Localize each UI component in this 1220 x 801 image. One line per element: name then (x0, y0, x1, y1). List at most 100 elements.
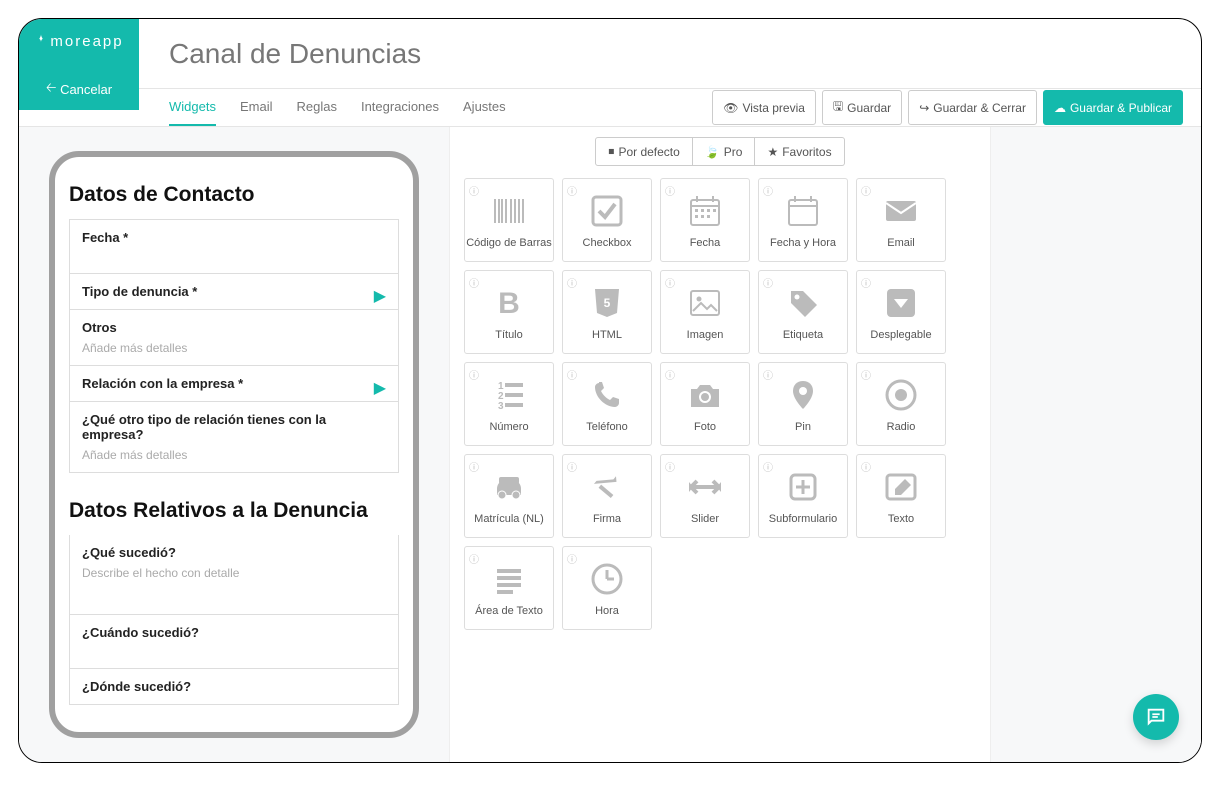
widget-signature[interactable]: ⓘ Firma (562, 454, 652, 538)
widget-datetime[interactable]: ⓘ Fecha y Hora (758, 178, 848, 262)
widget-textarea[interactable]: ⓘÁrea de Texto (464, 546, 554, 630)
radio-icon (881, 375, 921, 415)
widget-checkbox[interactable]: ⓘ Checkbox (562, 178, 652, 262)
widget-text[interactable]: ⓘ Texto (856, 454, 946, 538)
widget-phone[interactable]: ⓘTeléfono (562, 362, 652, 446)
info-icon[interactable]: ⓘ (469, 183, 479, 193)
info-icon[interactable]: ⓘ (861, 367, 871, 377)
form-field[interactable]: ¿Qué otro tipo de relación tienes con la… (69, 402, 399, 473)
form-field[interactable]: Fecha * (69, 219, 399, 274)
chat-button[interactable] (1133, 694, 1179, 740)
photo-icon (685, 375, 725, 415)
info-icon[interactable]: ⓘ (763, 367, 773, 377)
widget-label: Imagen (687, 329, 724, 341)
form-field[interactable]: Tipo de denuncia * ▶ (69, 274, 399, 310)
widget-dropdown[interactable]: ⓘ Desplegable (856, 270, 946, 354)
info-icon[interactable]: ⓘ (469, 551, 479, 561)
image-icon (685, 283, 725, 323)
widget-label: Etiqueta (783, 329, 823, 341)
widget-label: Email (887, 237, 915, 249)
phone-icon (587, 375, 627, 415)
header: moreapp Canal de Denuncias (19, 19, 1201, 89)
widget-label: Texto (888, 513, 914, 525)
tab-rules[interactable]: Reglas (296, 89, 336, 126)
info-icon[interactable]: ⓘ (567, 275, 577, 285)
leaf-icon: 🍃 (705, 145, 720, 159)
info-icon[interactable]: ⓘ (665, 275, 675, 285)
info-icon[interactable]: ⓘ (469, 275, 479, 285)
slider-icon (685, 467, 725, 507)
widget-tab-pro[interactable]: 🍃Pro (693, 137, 756, 166)
form-field[interactable]: ¿Dónde sucedió? (69, 669, 399, 705)
widget-time[interactable]: ⓘHora (562, 546, 652, 630)
widget-barcode[interactable]: ⓘCódigo de Barras (464, 178, 554, 262)
widget-label: Matrícula (NL) (474, 513, 544, 525)
html-icon: 5 (587, 283, 627, 323)
widget-number[interactable]: ⓘ123Número (464, 362, 554, 446)
info-icon[interactable]: ⓘ (567, 367, 577, 377)
widget-label: Radio (887, 421, 916, 433)
info-icon[interactable]: ⓘ (861, 275, 871, 285)
preview-button[interactable]: 👁Vista previa (712, 90, 816, 125)
chevron-right-icon: ▶ (374, 286, 386, 306)
phone-frame: Datos de Contacto Fecha * Tipo de denunc… (49, 151, 419, 738)
widget-subform[interactable]: ⓘ Subformulario (758, 454, 848, 538)
tab-email[interactable]: Email (240, 89, 273, 126)
widget-label: Fecha y Hora (770, 237, 836, 249)
subform-icon (783, 467, 823, 507)
widget-email[interactable]: ⓘ Email (856, 178, 946, 262)
widget-label: Subformulario (769, 513, 837, 525)
tab-widgets[interactable]: Widgets (169, 89, 216, 126)
info-icon[interactable]: ⓘ (861, 183, 871, 193)
widget-label: Firma (593, 513, 621, 525)
text-icon (881, 467, 921, 507)
save-close-button[interactable]: ↪Guardar & Cerrar (908, 90, 1037, 125)
info-icon[interactable]: ⓘ (665, 183, 675, 193)
widget-license[interactable]: ⓘ Matrícula (NL) (464, 454, 554, 538)
widget-slider[interactable]: ⓘSlider (660, 454, 750, 538)
widget-label: Pin (795, 421, 811, 433)
info-icon[interactable]: ⓘ (567, 183, 577, 193)
info-icon[interactable]: ⓘ (567, 551, 577, 561)
app-frame: moreapp Canal de Denuncias 🡠 Cancelar Wi… (18, 18, 1202, 763)
action-buttons: 👁Vista previa 🖫Guardar ↪Guardar & Cerrar… (712, 90, 1183, 125)
widget-tab-default[interactable]: ⏹Por defecto (595, 137, 692, 166)
cancel-button[interactable]: 🡠 Cancelar (19, 73, 139, 110)
widget-photo[interactable]: ⓘFoto (660, 362, 750, 446)
widget-label: Checkbox (583, 237, 632, 249)
widget-tag[interactable]: ⓘ Etiqueta (758, 270, 848, 354)
widget-image[interactable]: ⓘ Imagen (660, 270, 750, 354)
number-icon: 123 (489, 375, 529, 415)
widget-pin[interactable]: ⓘ Pin (758, 362, 848, 446)
form-field[interactable]: ¿Cuándo sucedió? (69, 615, 399, 669)
tab-settings[interactable]: Ajustes (463, 89, 506, 126)
save-publish-button[interactable]: ☁Guardar & Publicar (1043, 90, 1183, 125)
dropdown-icon (881, 283, 921, 323)
form-field[interactable]: Relación con la empresa * ▶ (69, 366, 399, 402)
section-heading: Datos de Contacto (69, 183, 399, 207)
info-icon[interactable]: ⓘ (469, 459, 479, 469)
info-icon[interactable]: ⓘ (763, 275, 773, 285)
form-field[interactable]: ¿Qué sucedió? Describe el hecho con deta… (69, 535, 399, 615)
widget-tab-favorites[interactable]: ★Favoritos (755, 137, 844, 166)
info-icon[interactable]: ⓘ (567, 459, 577, 469)
widget-title[interactable]: ⓘBTítulo (464, 270, 554, 354)
page-title: Canal de Denuncias (169, 38, 421, 70)
tab-integrations[interactable]: Integraciones (361, 89, 439, 126)
info-icon[interactable]: ⓘ (469, 367, 479, 377)
widget-radio[interactable]: ⓘ Radio (856, 362, 946, 446)
form-field[interactable]: Otros Añade más detalles (69, 310, 399, 366)
svg-text:5: 5 (604, 296, 611, 310)
textarea-icon (489, 559, 529, 599)
info-icon[interactable]: ⓘ (763, 459, 773, 469)
datetime-icon (783, 191, 823, 231)
info-icon[interactable]: ⓘ (763, 183, 773, 193)
info-icon[interactable]: ⓘ (861, 459, 871, 469)
widget-date[interactable]: ⓘFecha (660, 178, 750, 262)
widget-label: Desplegable (870, 329, 931, 341)
save-button[interactable]: 🖫Guardar (822, 90, 902, 125)
widget-html[interactable]: ⓘ5HTML (562, 270, 652, 354)
widget-label: Título (495, 329, 523, 341)
info-icon[interactable]: ⓘ (665, 367, 675, 377)
info-icon[interactable]: ⓘ (665, 459, 675, 469)
